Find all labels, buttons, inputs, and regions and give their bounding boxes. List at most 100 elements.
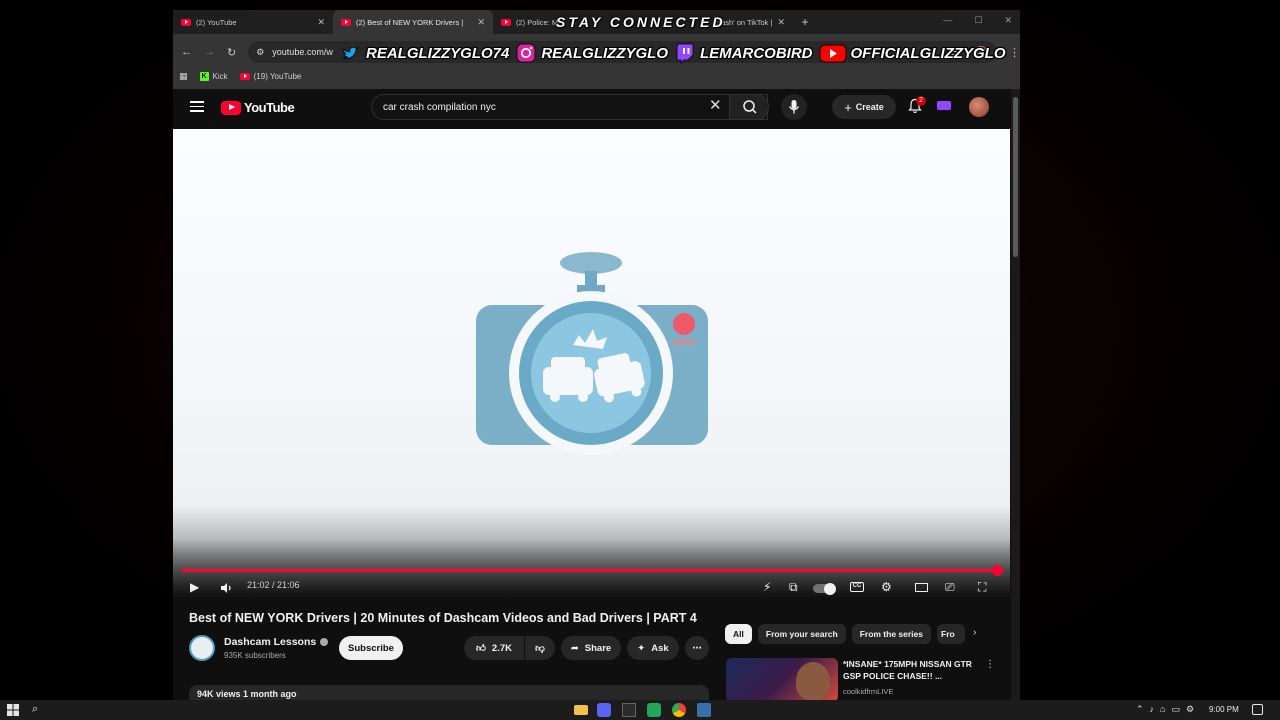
dislike-button[interactable]: 👎︎ [525, 636, 555, 660]
reload-icon[interactable]: ↻ [227, 46, 236, 59]
video-title: Best of NEW YORK Drivers | 20 Minutes of… [189, 611, 697, 625]
youtube-favicon-icon [181, 18, 191, 26]
green-app-icon[interactable] [647, 703, 661, 717]
dashcam-logo-graphic [476, 252, 708, 455]
maximize-icon[interactable]: ☐ [974, 15, 982, 26]
network-icon[interactable]: ⌂ [1160, 704, 1171, 714]
tab-title: (2) YouTube [196, 17, 237, 27]
speaker-icon[interactable]: ♪ [1150, 704, 1161, 714]
youtube-handle: OFFICIALGLIZZYGLO [850, 44, 1006, 62]
windows-start-icon[interactable] [6, 703, 20, 717]
more-actions-button[interactable]: ⋯ [685, 636, 709, 660]
autoplay-toggle[interactable] [813, 582, 836, 595]
views-and-date: 94K views 1 month ago [197, 689, 297, 699]
lightning-icon[interactable]: ⚡ [763, 579, 771, 595]
fullscreen-icon[interactable]: ⛶ [978, 579, 986, 595]
search-button[interactable] [729, 94, 769, 120]
system-tray: ⌃♪⌂▭⚙ [1136, 704, 1200, 715]
minimize-icon[interactable]: — [943, 15, 952, 26]
window-controls: — ☐ ✕ [943, 15, 1012, 26]
subscriber-count: 935K subscribers [224, 651, 286, 660]
twitch-extension-icon[interactable] [937, 101, 951, 110]
bookmark-youtube[interactable]: (19) YouTube [239, 72, 301, 81]
clear-search-icon[interactable]: ✕ [709, 98, 722, 113]
chip-from-channel[interactable]: Fro [937, 624, 965, 644]
terminal-icon[interactable] [622, 703, 636, 717]
youtube-favicon-icon [341, 18, 351, 26]
captions-icon[interactable]: CC [850, 582, 864, 592]
site-info-icon[interactable]: ⚙ [256, 47, 264, 58]
like-button[interactable]: 👍︎ 2.7K [464, 636, 524, 660]
settings-icon[interactable]: ⚙ [1186, 704, 1200, 714]
close-tab-icon[interactable]: ✕ [477, 17, 485, 28]
more-vertical-icon[interactable]: ⋮ [985, 659, 995, 670]
settings-gear-icon[interactable]: ⚙ [881, 579, 892, 595]
youtube-masthead: YouTube car crash compilation nyc ✕ + Cr… [173, 89, 1010, 129]
tab-current-video[interactable]: (2) Best of NEW YORK Drivers | ✕ [333, 10, 493, 34]
channel-avatar[interactable] [189, 635, 215, 661]
twitter-handle: REALGLIZZYGLO74 [366, 44, 510, 62]
play-icon[interactable]: ▶ [190, 579, 199, 595]
bookmark-kick[interactable]: K Kick [199, 71, 228, 81]
social-handles: REALGLIZZYGLO74 REALGLIZZYGLO LEMARCOBIR… [340, 40, 1006, 66]
create-label: Create [855, 102, 884, 112]
plus-icon: + [844, 99, 852, 115]
share-icon: ➦ [570, 642, 579, 654]
notification-center-icon[interactable] [1252, 704, 1263, 715]
search-icon[interactable]: ⌕ [32, 703, 46, 717]
theater-mode-icon[interactable] [915, 583, 928, 592]
account-avatar[interactable] [969, 97, 989, 117]
chip-all[interactable]: All [725, 624, 752, 644]
voice-search-button[interactable] [781, 94, 807, 120]
volume-icon[interactable] [219, 581, 233, 595]
tab-title: (2) Best of NEW YORK Drivers | [356, 17, 464, 27]
tab-youtube[interactable]: (2) YouTube ✕ [173, 10, 333, 34]
chrome-icon[interactable] [672, 703, 686, 717]
recommendation-title[interactable]: *INSANE* 175MPH NISSAN GTR GSP POLICE CH… [843, 658, 973, 682]
youtube-logo[interactable]: YouTube [221, 100, 295, 115]
apps-grid-icon[interactable]: ▦ [179, 71, 188, 82]
like-count: 2.7K [491, 642, 512, 654]
forward-icon[interactable]: → [204, 46, 215, 58]
discord-icon[interactable] [597, 703, 611, 717]
chevron-right-icon[interactable]: › [973, 627, 976, 638]
channel-name[interactable]: Dashcam Lessons [224, 636, 329, 648]
cast-icon[interactable]: ⎚ [945, 579, 955, 595]
subscribe-button[interactable]: Subscribe [339, 636, 403, 660]
close-tab-icon[interactable]: ✕ [777, 17, 785, 28]
close-tab-icon[interactable]: ✕ [317, 17, 325, 28]
close-window-icon[interactable]: ✕ [1004, 15, 1012, 26]
file-explorer-icon[interactable] [574, 705, 588, 715]
twitch-icon [676, 43, 694, 64]
miniplayer-icon[interactable]: ⧉ [789, 579, 798, 595]
guide-menu-icon[interactable] [190, 101, 204, 115]
battery-icon[interactable]: ▭ [1171, 704, 1186, 714]
scrollbar-thumb[interactable] [1013, 97, 1018, 257]
youtube-logo-text: YouTube [244, 100, 295, 115]
scrubber-handle[interactable] [992, 565, 1003, 576]
chip-from-your-search[interactable]: From your search [757, 624, 846, 644]
recommendation-thumbnail[interactable] [726, 658, 838, 702]
ask-button[interactable]: ✦ Ask [627, 636, 679, 660]
description-box[interactable]: 94K views 1 month ago [189, 685, 709, 700]
app-icon[interactable] [697, 703, 711, 717]
search-value: car crash compilation nyc [383, 101, 496, 113]
share-button[interactable]: ➦ Share [561, 636, 621, 660]
new-tab-button[interactable]: + [797, 15, 813, 29]
create-button[interactable]: + Create [832, 95, 896, 119]
chevron-up-icon[interactable]: ⌃ [1136, 704, 1150, 714]
recommendation-channel[interactable]: coolkidfrmLIVE [843, 687, 893, 696]
thumbs-up-icon: 👍︎ [475, 643, 486, 654]
microphone-icon [788, 100, 800, 114]
page-scrollbar[interactable] [1011, 89, 1020, 700]
thumbs-down-icon: 👎︎ [535, 643, 545, 654]
search-icon [743, 100, 757, 114]
ask-label: Ask [651, 642, 669, 654]
browser-menu-icon[interactable]: ⋮ [1009, 46, 1020, 59]
chip-from-the-series[interactable]: From the series [851, 624, 931, 644]
progress-bar[interactable] [181, 569, 997, 572]
back-icon[interactable]: ← [181, 46, 192, 58]
time-display: 21:02 / 21:06 [247, 580, 300, 590]
related-filter-chips: All From your search From the series Fro [725, 624, 965, 644]
video-player[interactable]: ▶ 21:02 / 21:06 ⚡ ⧉ CC ⚙ ⎚ ⛶ [173, 129, 1010, 599]
